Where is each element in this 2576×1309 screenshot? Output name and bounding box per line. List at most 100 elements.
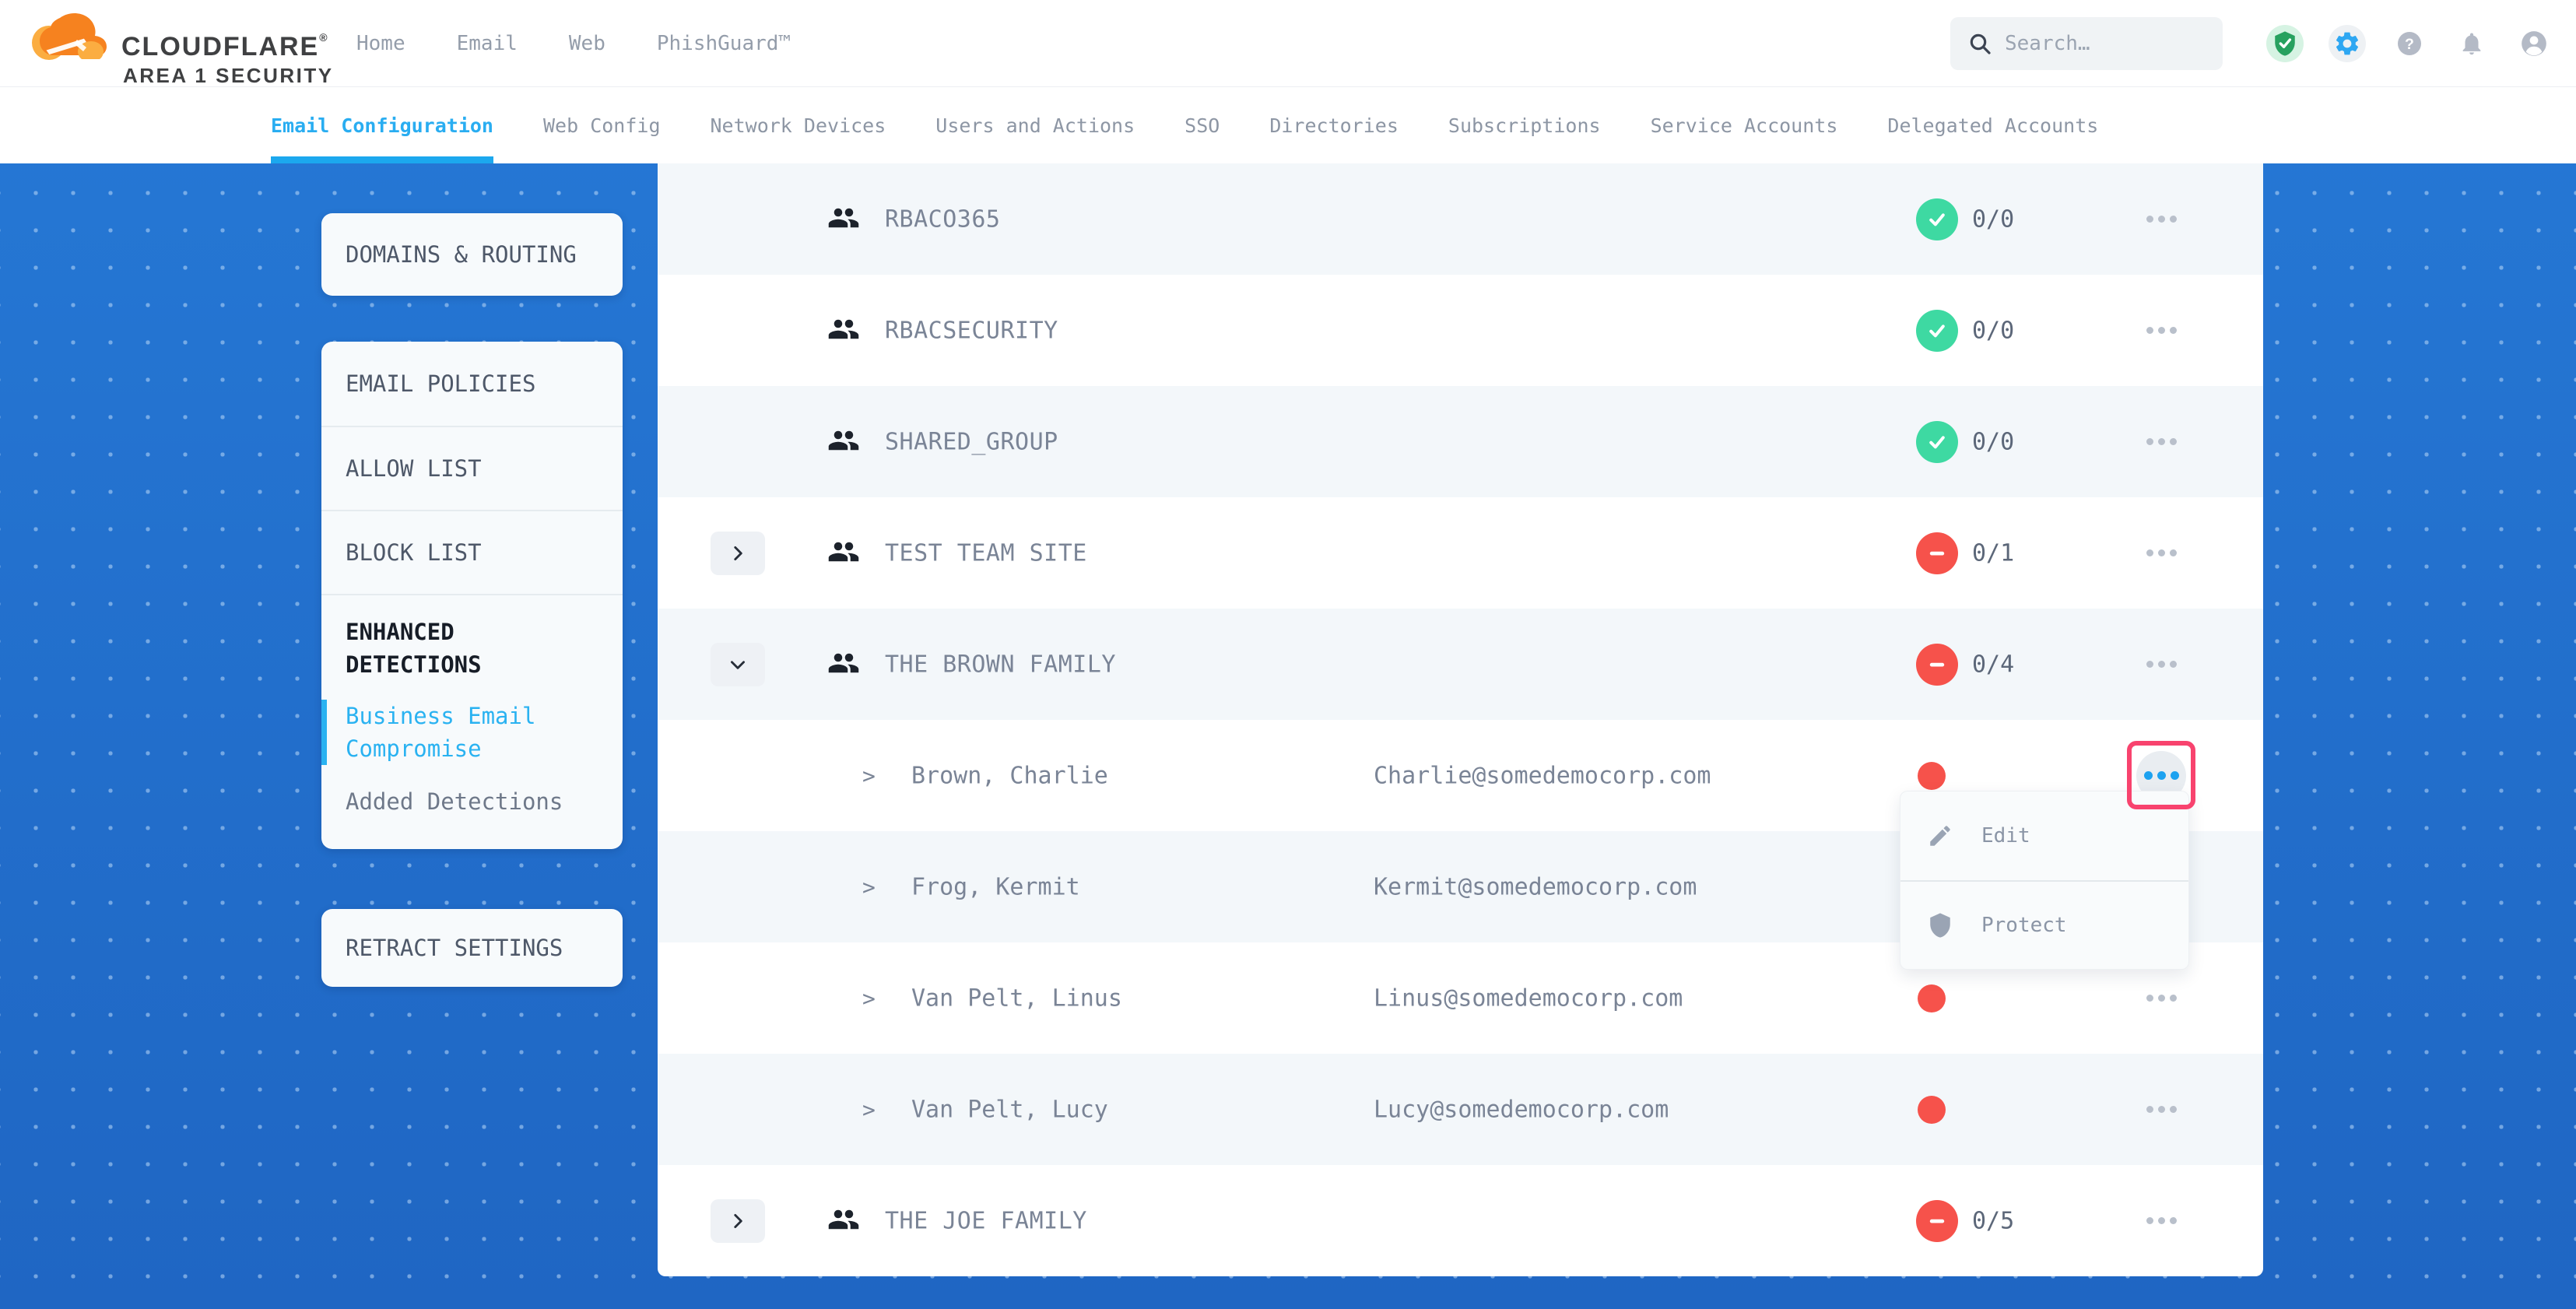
table-row-rbaco365[interactable]: RBACO3650/0 <box>658 163 2263 275</box>
more-actions-button[interactable] <box>2146 327 2177 334</box>
shield-check-icon <box>2272 30 2298 57</box>
menu-item-label: Protect <box>1981 914 2067 937</box>
more-actions-button[interactable] <box>2146 995 2177 1002</box>
user-chevron: > <box>862 1097 876 1122</box>
group-name: THE BROWN FAMILY <box>885 651 1116 678</box>
more-actions-button[interactable] <box>2146 216 2177 223</box>
table-row-van-pelt-lucy[interactable]: > Van Pelt, Lucy Lucy@somedemocorp.com <box>658 1054 2263 1165</box>
sidebar-item-business-email-compromise[interactable]: Business Email Compromise <box>321 700 586 765</box>
user-name: Brown, Charlie <box>911 762 1108 789</box>
nav-link-email[interactable]: Email <box>457 32 518 55</box>
tab-email-configuration[interactable]: Email Configuration <box>271 87 493 163</box>
tab-subscriptions[interactable]: Subscriptions <box>1448 87 1601 163</box>
gear-icon <box>2333 30 2361 58</box>
protected-count: 0/0 <box>1972 428 2014 455</box>
table-row-shared-group[interactable]: SHARED_GROUP0/0 <box>658 386 2263 497</box>
people-icon <box>827 202 860 237</box>
status-blocked-badge <box>1916 1200 1958 1242</box>
help-icon: ? <box>2395 30 2423 58</box>
more-actions-button[interactable] <box>2146 1106 2177 1113</box>
user-icon <box>2519 29 2549 58</box>
protected-count: 0/4 <box>1972 651 2014 678</box>
help-button[interactable]: ? <box>2391 25 2428 62</box>
top-navigation: Home Email Web PhishGuard™ <box>356 0 791 87</box>
expand-button[interactable] <box>711 532 765 575</box>
more-menu-wrap <box>2136 974 2186 1023</box>
shield-check-button[interactable] <box>2266 25 2304 62</box>
sidebar-item-email-policies[interactable]: EMAIL POLICIES <box>321 342 623 426</box>
table-row-test-team-site[interactable]: TEST TEAM SITE 0/1 <box>658 497 2263 609</box>
tab-sso[interactable]: SSO <box>1184 87 1220 163</box>
more-menu-wrap <box>2136 640 2186 690</box>
tab-web-config[interactable]: Web Config <box>543 87 661 163</box>
table-row-the-joe-family[interactable]: THE JOE FAMILY0/5 <box>658 1165 2263 1276</box>
sidebar-card-2: RETRACT SETTINGS <box>321 909 623 987</box>
tab-network-devices[interactable]: Network Devices <box>711 87 886 163</box>
status-blocked-badge <box>1916 644 1958 686</box>
sidebar-card-0: DOMAINS & ROUTING <box>321 213 623 296</box>
table-row-the-brown-family[interactable]: THE BROWN FAMILY 0/4 <box>658 609 2263 720</box>
more-menu-wrap <box>2136 528 2186 578</box>
nav-link-home[interactable]: Home <box>356 32 405 55</box>
group-name: TEST TEAM SITE <box>885 539 1087 567</box>
table-row-rbacsecurity[interactable]: RBACSECURITY 0/0 <box>658 275 2263 386</box>
cloudflare-logo: CLOUDFLARE® AREA 1 SECURITY <box>30 3 311 84</box>
chevron-right-icon <box>728 543 748 563</box>
sidebar-item-block-list[interactable]: BLOCK LIST <box>321 510 623 594</box>
tab-users-and-actions[interactable]: Users and Actions <box>935 87 1135 163</box>
more-menu-wrap <box>2136 306 2186 356</box>
bell-button[interactable] <box>2453 25 2490 62</box>
menu-item-label: Edit <box>1981 824 2030 848</box>
more-menu-wrap <box>2136 417 2186 467</box>
status-dot <box>1918 1096 1946 1124</box>
sidebar-item-allow-list[interactable]: ALLOW LIST <box>321 426 623 510</box>
context-menu: Edit Protect <box>1900 791 2189 970</box>
nav-link-web[interactable]: Web <box>569 32 605 55</box>
more-actions-button[interactable] <box>2146 661 2177 668</box>
expand-button[interactable] <box>711 1199 765 1243</box>
status-ok-badge <box>1916 198 1958 240</box>
nav-link-phishguard[interactable]: PhishGuard™ <box>657 32 791 55</box>
protected-count: 0/1 <box>1972 539 2014 567</box>
more-actions-button[interactable] <box>2146 438 2177 445</box>
more-actions-button[interactable] <box>2146 549 2177 556</box>
chevron-down-icon <box>728 654 748 675</box>
user-name: Frog, Kermit <box>911 873 1080 900</box>
brand-subtitle: AREA 1 SECURITY <box>123 64 334 88</box>
expand-button[interactable] <box>711 643 765 686</box>
group-name: RBACSECURITY <box>885 317 1058 344</box>
more-actions-button[interactable] <box>2146 1217 2177 1224</box>
menu-item-protect[interactable]: Protect <box>1900 880 2188 969</box>
sidebar-item-enhanced-detections: ENHANCED DETECTIONS <box>321 594 623 681</box>
gear-button[interactable] <box>2329 25 2366 62</box>
user-email: Kermit@somedemocorp.com <box>1374 873 1697 900</box>
brand-trademark: ® <box>319 31 327 44</box>
sidebar-item-retract-settings[interactable]: RETRACT SETTINGS <box>321 909 623 987</box>
protected-count: 0/0 <box>1972 317 2014 344</box>
bell-icon <box>2458 30 2485 57</box>
people-icon <box>827 424 860 460</box>
user-name: Van Pelt, Lucy <box>911 1096 1108 1123</box>
search-input[interactable] <box>2005 32 2184 55</box>
user-chevron: > <box>862 985 876 1011</box>
pencil-icon <box>1900 823 1953 849</box>
user-email: Lucy@somedemocorp.com <box>1374 1096 1669 1123</box>
tab-directories[interactable]: Directories <box>1269 87 1399 163</box>
groups-table: RBACO3650/0RBACSECURITY0/0SHARED_GROUP0/… <box>658 163 2263 1276</box>
menu-item-edit[interactable]: Edit <box>1900 791 2188 880</box>
user-button[interactable] <box>2515 25 2553 62</box>
status-dot <box>1918 762 1946 790</box>
more-menu-wrap <box>2136 195 2186 244</box>
sidebar-item-domains-routing[interactable]: DOMAINS & ROUTING <box>321 213 623 296</box>
cloudflare-cloud-icon <box>30 7 116 68</box>
people-icon <box>827 647 860 683</box>
config-tabs: Email Configuration Web Config Network Dev… <box>0 87 2576 163</box>
app-header: CLOUDFLARE® AREA 1 SECURITY Home Email Web… <box>0 0 2576 87</box>
tab-service-accounts[interactable]: Service Accounts <box>1651 87 1838 163</box>
more-actions-button[interactable] <box>2144 771 2179 780</box>
sidebar-item-added-detections[interactable]: Added Detections <box>321 785 623 849</box>
status-blocked-badge <box>1916 532 1958 574</box>
search-box[interactable] <box>1950 17 2223 70</box>
tab-delegated-accounts[interactable]: Delegated Accounts <box>1887 87 2098 163</box>
group-name: THE JOE FAMILY <box>885 1207 1087 1234</box>
